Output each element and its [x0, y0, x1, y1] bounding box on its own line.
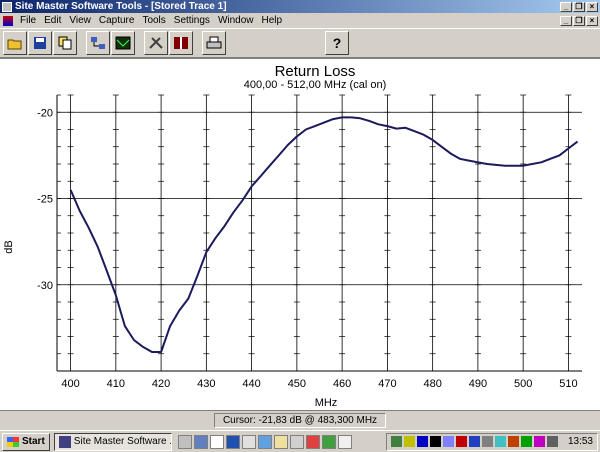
- windows-logo-icon: [7, 436, 19, 447]
- tray-11-icon[interactable]: [520, 436, 532, 447]
- save-button[interactable]: [28, 31, 52, 55]
- print-icon: [206, 36, 222, 49]
- y-axis-label: dB: [3, 240, 15, 253]
- menu-bar: File Edit View Capture Tools Settings Wi…: [0, 13, 600, 28]
- open-icon: [7, 39, 22, 50]
- return-loss-chart[interactable]: Return Loss 400,00 - 512,00 MHz (cal on)…: [0, 59, 600, 411]
- copy-button[interactable]: [53, 31, 77, 55]
- document-icon[interactable]: [3, 15, 13, 26]
- cursor-readout: Cursor: -21,83 dB @ 483,300 MHz: [213, 413, 387, 428]
- quicklaunch-8-icon[interactable]: [289, 434, 304, 449]
- menu-tools[interactable]: Tools: [138, 15, 169, 26]
- window-title: Site Master Software Tools - [Stored Tra…: [15, 1, 227, 12]
- tray-8-icon[interactable]: [481, 436, 493, 447]
- task-label: Site Master Software ...: [73, 436, 172, 447]
- tray-9-icon[interactable]: [494, 436, 506, 447]
- quicklaunch-6-icon[interactable]: [257, 434, 272, 449]
- help-button[interactable]: ?: [325, 31, 349, 55]
- quicklaunch-1-icon[interactable]: [177, 434, 192, 449]
- menu-settings[interactable]: Settings: [170, 15, 214, 26]
- save-icon: [34, 37, 46, 49]
- doc-minimize-button[interactable]: _: [560, 15, 572, 26]
- chart-subtitle: 400,00 - 512,00 MHz (cal on): [244, 79, 386, 91]
- tray-7-icon[interactable]: [468, 436, 480, 447]
- toolbar: ?: [0, 28, 600, 58]
- x-tick-label: 410: [107, 378, 125, 390]
- chart-grid: [56, 94, 582, 372]
- display-button[interactable]: [111, 31, 135, 55]
- x-tick-label: 470: [378, 378, 396, 390]
- quicklaunch-2-icon[interactable]: [193, 434, 208, 449]
- quicklaunch-10-icon[interactable]: [321, 434, 336, 449]
- x-tick-label: 490: [469, 378, 487, 390]
- clock[interactable]: 13:53: [568, 436, 593, 447]
- x-tick-label: 460: [333, 378, 351, 390]
- menu-file[interactable]: File: [16, 15, 40, 26]
- x-tick-label: 450: [288, 378, 306, 390]
- x-tick-label: 400: [61, 378, 79, 390]
- menu-window[interactable]: Window: [214, 15, 258, 26]
- copy-icon: [58, 36, 72, 50]
- word-icon[interactable]: [225, 434, 240, 449]
- volume-icon[interactable]: [546, 436, 558, 447]
- tools-icon: [149, 37, 163, 49]
- tray-1-icon[interactable]: [390, 436, 402, 447]
- doc-restore-button[interactable]: ❐: [573, 15, 585, 26]
- y-tick-label: -20: [37, 107, 53, 119]
- close-button[interactable]: ×: [586, 1, 598, 12]
- chart-ticks: 400 410 420 430 440 450 460 470 480 490 500 510 -20 -…: [37, 107, 578, 390]
- quick-launch: [177, 434, 352, 449]
- y-tick-label: -25: [37, 194, 53, 206]
- x-axis-label: MHz: [315, 397, 338, 409]
- tray-6-icon[interactable]: [455, 436, 467, 447]
- status-bar: Cursor: -21,83 dB @ 483,300 MHz: [0, 410, 600, 430]
- quicklaunch-3-icon[interactable]: [209, 434, 224, 449]
- taskbar: Start Site Master Software ... 13:53: [0, 430, 600, 452]
- plot-area[interactable]: Return Loss 400,00 - 512,00 MHz (cal on)…: [0, 58, 600, 410]
- quicklaunch-11-icon[interactable]: [337, 434, 352, 449]
- x-tick-label: 500: [514, 378, 532, 390]
- signal-button[interactable]: [169, 31, 193, 55]
- menu-capture[interactable]: Capture: [95, 15, 139, 26]
- y-tick-label: -30: [37, 280, 53, 292]
- start-label: Start: [22, 436, 45, 447]
- x-tick-label: 430: [197, 378, 215, 390]
- minimize-button[interactable]: _: [560, 1, 572, 12]
- capture-button[interactable]: [86, 31, 110, 55]
- return-loss-trace: [69, 116, 579, 353]
- app-task-icon: [58, 435, 71, 448]
- tray-4-icon[interactable]: [429, 436, 441, 447]
- tray-5-icon[interactable]: [442, 436, 454, 447]
- tray-12-icon[interactable]: [533, 436, 545, 447]
- x-tick-label: 480: [423, 378, 441, 390]
- task-site-master[interactable]: Site Master Software ...: [53, 432, 172, 451]
- title-bar[interactable]: Site Master Software Tools - [Stored Tra…: [0, 0, 600, 13]
- quicklaunch-5-icon[interactable]: [241, 434, 256, 449]
- x-tick-label: 510: [559, 378, 577, 390]
- tray-2-icon[interactable]: [403, 436, 415, 447]
- open-button[interactable]: [3, 31, 27, 55]
- signal-icon: [174, 37, 188, 49]
- capture-icon: [91, 37, 105, 49]
- doc-close-button[interactable]: ×: [586, 15, 598, 26]
- start-button[interactable]: Start: [2, 432, 50, 451]
- quicklaunch-9-icon[interactable]: [305, 434, 320, 449]
- app-icon: [2, 1, 12, 12]
- help-icon: ?: [332, 35, 342, 51]
- menu-edit[interactable]: Edit: [40, 15, 65, 26]
- menu-help[interactable]: Help: [258, 15, 287, 26]
- chart-title: Return Loss: [275, 63, 356, 80]
- quicklaunch-7-icon[interactable]: [273, 434, 288, 449]
- tray-3-icon[interactable]: [416, 436, 428, 447]
- restore-button[interactable]: ❐: [573, 1, 585, 12]
- tray-10-icon[interactable]: [507, 436, 519, 447]
- display-icon: [115, 36, 131, 50]
- system-tray: 13:53: [385, 432, 598, 451]
- tools-button[interactable]: [144, 31, 168, 55]
- print-button[interactable]: [202, 31, 226, 55]
- menu-view[interactable]: View: [65, 15, 95, 26]
- x-tick-label: 440: [242, 378, 260, 390]
- x-tick-label: 420: [152, 378, 170, 390]
- chart-series: [69, 116, 579, 353]
